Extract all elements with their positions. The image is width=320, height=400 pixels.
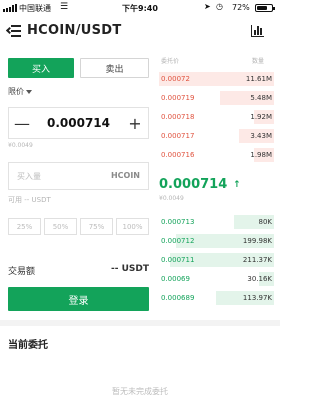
- percent-buttons: 25% 50% 75% 100%: [8, 218, 149, 235]
- app-header: HCOIN/USDT: [0, 16, 280, 46]
- bid-price: 0.000713: [161, 218, 195, 226]
- ask-qty: 1.98M: [250, 151, 272, 159]
- ask-price: 0.000716: [161, 151, 195, 159]
- order-type-select[interactable]: 限价: [8, 86, 32, 97]
- amount-input[interactable]: 买入量 HCOIN: [8, 162, 149, 190]
- qty-column-header: 数量: [252, 58, 265, 65]
- bid-qty: 113.97K: [242, 294, 272, 302]
- ask-qty: 1.92M: [250, 113, 272, 121]
- ask-price: 0.000719: [161, 94, 195, 102]
- order-type-label: 限价: [8, 87, 24, 96]
- alarm-icon: ◷: [216, 2, 223, 11]
- bid-row[interactable]: 0.000713 80K: [159, 215, 274, 229]
- available-balance: 可用 -- USDT: [8, 196, 51, 204]
- percent-50-button[interactable]: 50%: [44, 218, 77, 235]
- bid-price: 0.000712: [161, 237, 195, 245]
- increase-price-button[interactable]: +: [122, 108, 148, 138]
- arrow-up-icon: ↑: [233, 180, 241, 190]
- price-input[interactable]: 0.000714: [35, 108, 122, 138]
- empty-orders-text: 暂无未完成委托: [112, 387, 168, 396]
- battery-icon: [255, 4, 275, 12]
- amount-unit: HCOIN: [110, 171, 140, 180]
- amount-placeholder: 买入量: [17, 172, 41, 181]
- bid-price: 0.000711: [161, 256, 195, 264]
- ask-row[interactable]: 0.000719 5.48M: [159, 91, 274, 105]
- price-column-header: 委托价: [161, 58, 180, 65]
- price-cny-ref: ¥0.0049: [8, 142, 33, 149]
- battery-percent: 72%: [232, 3, 250, 12]
- trade-amount-label: 交易额: [8, 267, 36, 277]
- bid-qty: 30.16K: [247, 275, 272, 283]
- ask-qty: 5.48M: [250, 94, 272, 102]
- location-icon: ➤: [204, 2, 211, 11]
- decrease-price-button[interactable]: —: [9, 108, 35, 138]
- ask-price: 0.000717: [161, 132, 195, 140]
- percent-100-button[interactable]: 100%: [116, 218, 149, 235]
- bid-price: 0.000689: [161, 294, 195, 302]
- pair-title[interactable]: HCOIN/USDT: [27, 23, 122, 38]
- bid-row[interactable]: 0.00069 30.16K: [159, 272, 274, 286]
- caret-down-icon: [26, 89, 32, 94]
- bid-qty: 199.98K: [242, 237, 272, 245]
- status-bar: 中国联通 ☰ 下午9:40 ➤ ◷ 72%: [0, 0, 280, 16]
- bid-row[interactable]: 0.000689 113.97K: [159, 291, 274, 305]
- bid-row[interactable]: 0.000712 199.98K: [159, 234, 274, 248]
- price-stepper: — 0.000714 +: [8, 107, 149, 139]
- bid-qty: 80K: [258, 218, 273, 226]
- current-orders-title: 当前委托: [8, 340, 48, 351]
- sell-tab[interactable]: 卖出: [80, 58, 149, 78]
- buy-tab[interactable]: 买入: [8, 58, 74, 78]
- menu-collapse-icon[interactable]: [5, 25, 21, 37]
- ask-price: 0.000718: [161, 113, 195, 121]
- last-price: 0.000714: [159, 177, 228, 192]
- ask-row[interactable]: 0.000716 1.98M: [159, 148, 274, 162]
- ask-row[interactable]: 0.000717 3.43M: [159, 129, 274, 143]
- percent-75-button[interactable]: 75%: [80, 218, 113, 235]
- section-divider: [0, 320, 280, 326]
- last-price-cny-ref: ¥0.0049: [159, 195, 184, 202]
- ask-price: 0.00072: [161, 75, 190, 83]
- bar-chart-icon[interactable]: [251, 25, 264, 37]
- bid-price: 0.00069: [161, 275, 190, 283]
- bid-qty: 211.37K: [242, 256, 272, 264]
- login-button[interactable]: 登录: [8, 287, 149, 311]
- battery-fill: [257, 6, 267, 10]
- ask-qty: 3.43M: [250, 132, 272, 140]
- percent-25-button[interactable]: 25%: [8, 218, 41, 235]
- ask-qty: 11.61M: [245, 75, 272, 83]
- ask-row[interactable]: 0.000718 1.92M: [159, 110, 274, 124]
- ask-row[interactable]: 0.00072 11.61M: [159, 72, 274, 86]
- trade-amount-value: -- USDT: [110, 264, 149, 274]
- bid-row[interactable]: 0.000711 211.37K: [159, 253, 274, 267]
